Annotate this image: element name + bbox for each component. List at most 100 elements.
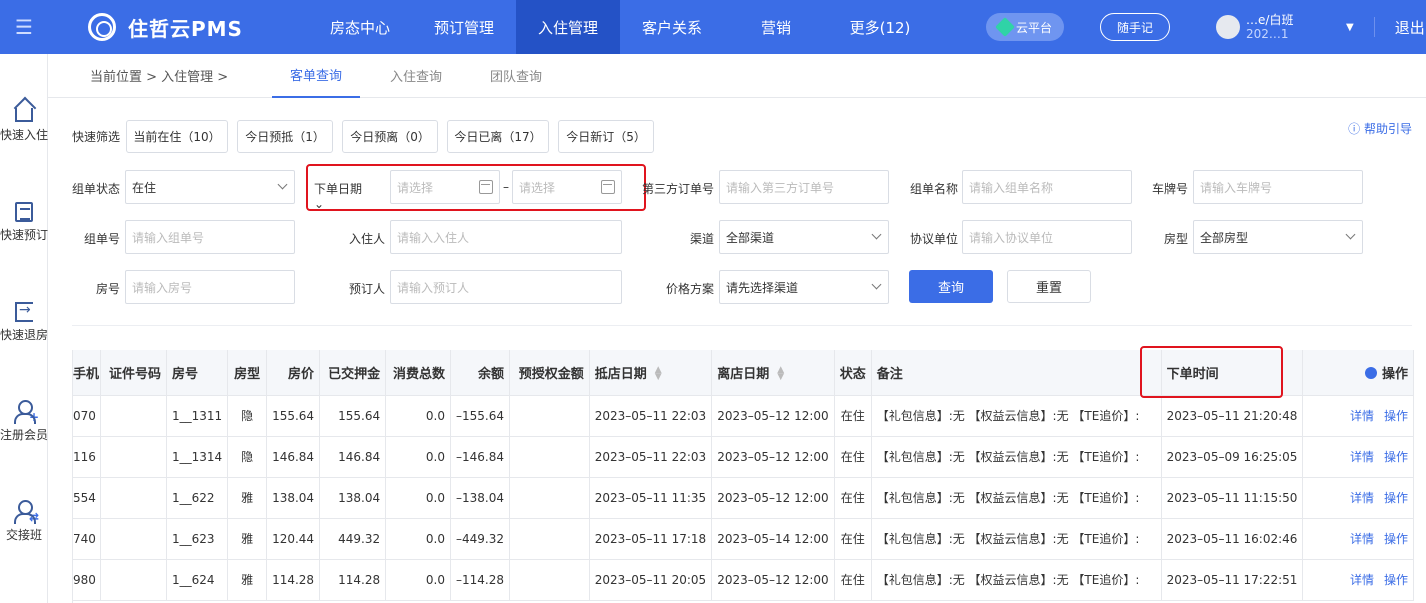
sidebar-shift-handover[interactable]: ⇄ 交接班 <box>0 500 48 543</box>
col-leave[interactable]: 离店日期 ▲ ▼ <box>711 350 835 396</box>
cell-operation: 详情 操作 <box>1302 559 1414 601</box>
roomtype-select[interactable]: 全部房型 <box>1193 220 1363 254</box>
cell-leave: 2023–05–12 12:00 <box>711 477 835 519</box>
logo: 住哲云PMS <box>88 13 288 42</box>
list-icon <box>15 202 33 222</box>
cell-phone: 554 <box>73 477 101 519</box>
third-order-placeholder: 请输入第三方订单号 <box>726 180 835 195</box>
chip-today-new[interactable]: 今日新订（5） <box>558 120 655 153</box>
sidebar-register-member[interactable]: + 注册会员 <box>0 400 48 443</box>
room-label: 房号 <box>95 282 120 296</box>
breadcrumb-bar: 当前位置 > 入住管理 > 客单查询 入住查询 团队查询 <box>48 54 1426 98</box>
cell-phone: 070 <box>73 395 101 437</box>
cell-price: 114.28 <box>266 559 321 601</box>
highlight-order-time <box>1140 346 1283 398</box>
action-link[interactable]: 操作 <box>1384 491 1408 505</box>
cell-balance: –449.32 <box>450 518 511 560</box>
guest-input[interactable]: 请输入入住人 <box>390 220 622 254</box>
col-remark: 备注 <box>871 350 1162 396</box>
plate-input[interactable]: 请输入车牌号 <box>1193 170 1363 204</box>
cell-consume: 0.0 <box>385 559 452 601</box>
sidebar-quick-checkin[interactable]: 快速入住 <box>0 100 48 143</box>
cell-leave: 2023–05–12 12:00 <box>711 559 835 601</box>
help-guide-link[interactable]: ⓘ 帮助引导 <box>1348 120 1412 137</box>
cell-preauth <box>509 518 590 560</box>
reset-button[interactable]: 重置 <box>1007 270 1091 303</box>
cell-operation: 详情 操作 <box>1302 477 1414 519</box>
detail-link[interactable]: 详情 <box>1350 450 1374 464</box>
group-no-placeholder: 请输入组单号 <box>132 230 205 245</box>
quick-filter-label: 快速筛选 <box>72 130 121 144</box>
logout-button[interactable]: 退出 <box>1395 17 1425 38</box>
col-arrive[interactable]: 抵店日期 ▲ ▼ <box>589 350 713 396</box>
cell-status: 在住 <box>834 436 872 478</box>
cell-leave: 2023–05–12 12:00 <box>711 395 835 437</box>
sidebar-quick-checkout[interactable]: 快速退房 <box>0 302 48 343</box>
cell-deposit: 146.84 <box>319 436 387 478</box>
cloud-platform-button[interactable]: 云平台 <box>986 13 1065 41</box>
group-name-placeholder: 请输入组单名称 <box>969 180 1054 195</box>
cell-room-type: 雅 <box>227 477 268 519</box>
action-link[interactable]: 操作 <box>1384 573 1408 587</box>
action-link[interactable]: 操作 <box>1384 450 1408 464</box>
room-input[interactable]: 请输入房号 <box>125 270 295 304</box>
price-plan-select[interactable]: 请先选择渠道 <box>719 270 889 304</box>
nav-reservation[interactable]: 预订管理 <box>412 0 516 54</box>
sidebar-label: 注册会员 <box>0 428 49 442</box>
cell-preauth <box>509 559 590 601</box>
agreement-input[interactable]: 请输入协议单位 <box>962 220 1132 254</box>
chip-today-departure[interactable]: 今日预离（0） <box>342 120 439 153</box>
cell-leave: 2023–05–12 12:00 <box>711 436 835 478</box>
third-order-label: 第三方订单号 <box>642 182 715 196</box>
chevron-down-icon <box>277 179 288 190</box>
cell-consume: 0.0 <box>385 395 452 437</box>
col-id-number: 证件号码 <box>100 350 168 396</box>
col-status: 状态 <box>834 350 872 396</box>
detail-link[interactable]: 详情 <box>1350 573 1374 587</box>
cell-order-time: 2023–05–09 16:25:05 <box>1161 436 1304 478</box>
user-menu[interactable]: …e/白班 202…1 ▼ <box>1216 13 1354 41</box>
cell-operation: 详情 操作 <box>1302 436 1414 478</box>
cell-phone: 980 <box>73 559 101 601</box>
group-no-input[interactable]: 请输入组单号 <box>125 220 295 254</box>
cell-id-number <box>100 518 168 560</box>
action-link[interactable]: 操作 <box>1384 532 1408 546</box>
nav-room-status[interactable]: 房态中心 <box>308 0 412 54</box>
col-preauth: 预授权金额 <box>509 350 590 396</box>
nav-more[interactable]: 更多(12) <box>828 0 932 54</box>
action-link[interactable]: 操作 <box>1384 409 1408 423</box>
tab-guest-query[interactable]: 客单查询 <box>272 54 361 98</box>
detail-link[interactable]: 详情 <box>1350 409 1374 423</box>
tab-checkin-query[interactable]: 入住查询 <box>372 54 460 98</box>
avatar <box>1216 15 1241 39</box>
col-consume: 消费总数 <box>385 350 452 396</box>
channel-select[interactable]: 全部渠道 <box>719 220 889 254</box>
sidebar-quick-reservation[interactable]: 快速预订 <box>0 202 48 243</box>
nav-checkin[interactable]: 入住管理 <box>516 0 620 54</box>
group-name-input[interactable]: 请输入组单名称 <box>962 170 1132 204</box>
search-button[interactable]: 查询 <box>909 270 993 303</box>
chip-today-arrival[interactable]: 今日预抵（1） <box>237 120 334 153</box>
group-status-select[interactable]: 在住 <box>125 170 295 204</box>
cell-operation: 详情 操作 <box>1302 518 1414 560</box>
nav-marketing[interactable]: 营销 <box>724 0 828 54</box>
booker-placeholder: 请输入预订人 <box>397 280 470 295</box>
quick-note-button[interactable]: 随手记 <box>1100 13 1171 41</box>
detail-link[interactable]: 详情 <box>1350 532 1374 546</box>
col-operation[interactable]: 操作 <box>1302 350 1414 396</box>
detail-link[interactable]: 详情 <box>1350 491 1374 505</box>
booker-input[interactable]: 请输入预订人 <box>390 270 622 304</box>
nav-customer[interactable]: 客户关系 <box>620 0 724 54</box>
chip-current-inhouse[interactable]: 当前在住（10） <box>126 120 229 153</box>
cell-balance: –155.64 <box>450 395 511 437</box>
chip-today-departed[interactable]: 今日已离（17） <box>447 120 550 153</box>
menu-toggle-icon[interactable]: ☰ <box>0 0 48 54</box>
tab-team-query[interactable]: 团队查询 <box>472 54 560 98</box>
cell-id-number <box>100 436 168 478</box>
divider <box>72 325 1412 326</box>
cell-order-time: 2023–05–11 21:20:48 <box>1161 395 1304 437</box>
cell-arrive: 2023–05–11 17:18 <box>589 518 713 560</box>
cell-remark: 【礼包信息】:无 【权益云信息】:无 【TE追价】: <box>871 395 1162 437</box>
third-order-input[interactable]: 请输入第三方订单号 <box>719 170 889 204</box>
col-price: 房价 <box>266 350 321 396</box>
